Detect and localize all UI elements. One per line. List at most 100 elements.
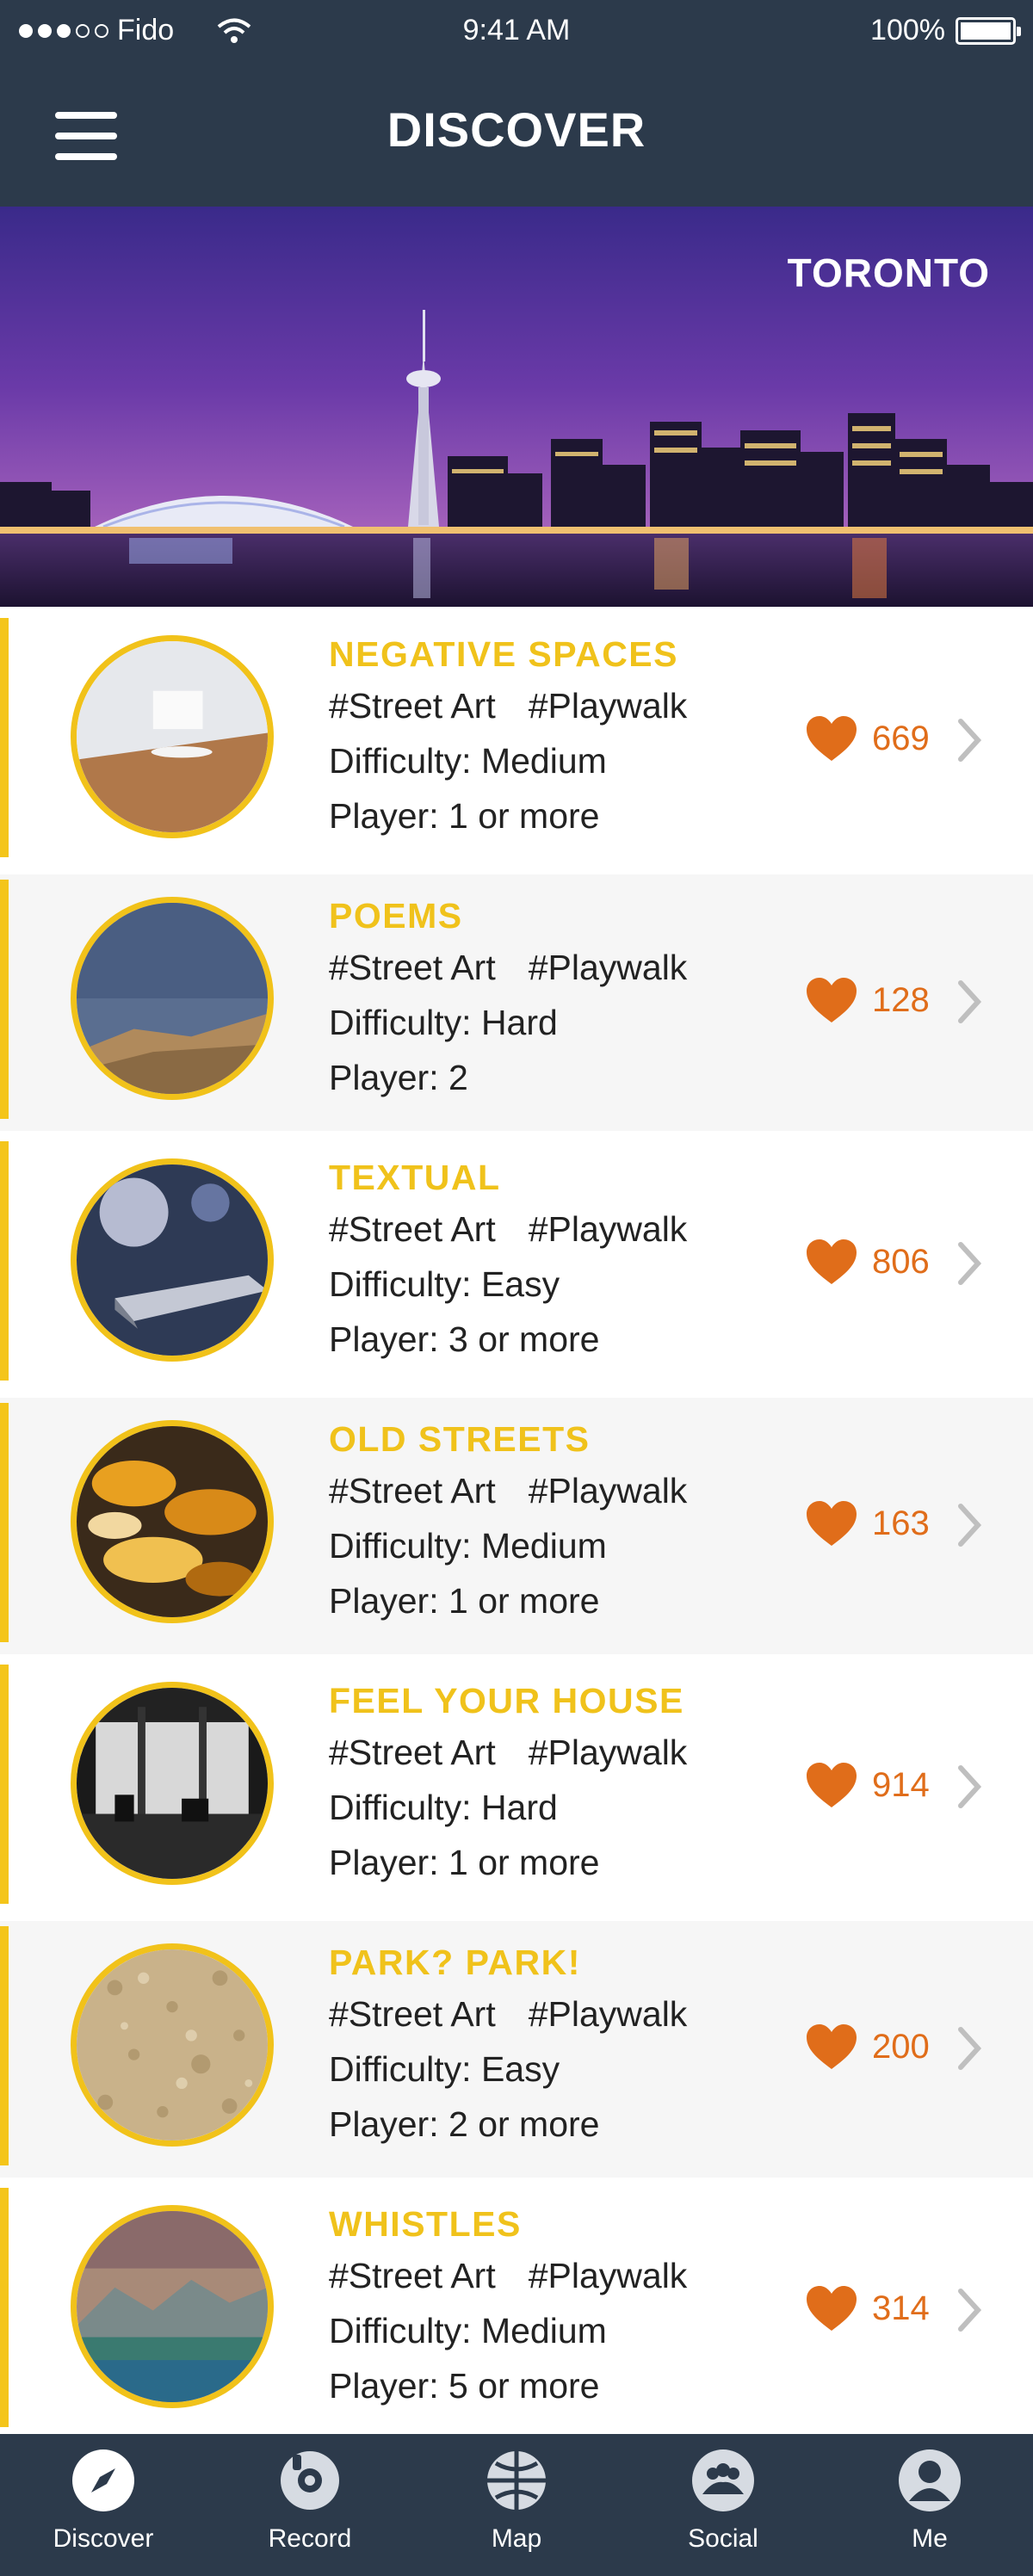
walk-title: TEXTUAL [329,1158,501,1197]
tag[interactable]: #Street Art [329,686,496,726]
walk-info: PARK? PARK! #Street Art #Playwalk Difficu… [329,1938,687,2152]
walk-players: Player: 1 or more [329,1581,600,1621]
walk-title: PARK? PARK! [329,1943,581,1982]
walk-tags: #Street Art #Playwalk [329,1463,687,1518]
tab-label: Map [491,2524,542,2553]
walk-title: NEGATIVE SPACES [329,634,678,674]
heart-icon [807,2024,857,2069]
walk-tags: #Street Art #Playwalk [329,1986,687,2042]
chevron-right-icon[interactable] [956,1764,983,1809]
walk-thumbnail [71,1420,274,1623]
like-count: 914 [872,1765,930,1804]
item-accent-bar [0,1665,9,1904]
heart-icon [807,1501,857,1546]
tag[interactable]: #Playwalk [529,1994,688,2034]
heart-icon [807,2286,857,2331]
chevron-right-icon[interactable] [956,1241,983,1286]
like-count: 128 [872,980,930,1019]
tab-map[interactable]: Map [413,2446,620,2554]
item-accent-bar [0,1926,9,2165]
list-item[interactable]: FEEL YOUR HOUSE #Street Art #Playwalk Dif… [0,1659,1033,1916]
walk-title: OLD STREETS [329,1419,591,1459]
like-counter[interactable]: 163 [805,1499,930,1547]
item-accent-bar [0,1141,9,1381]
walk-info: POEMS #Street Art #Playwalk Difficulty: H… [329,892,687,1105]
walk-tags: #Street Art #Playwalk [329,1202,687,1257]
tab-me[interactable]: Me [826,2446,1033,2554]
tag[interactable]: #Street Art [329,948,496,987]
walk-difficulty: Difficulty: Medium [329,741,607,781]
heart-icon [807,716,857,761]
like-count: 163 [872,1504,930,1542]
tag[interactable]: #Street Art [329,2256,496,2295]
list-item[interactable]: NEGATIVE SPACES #Street Art #Playwalk Dif… [0,613,1033,869]
battery-icon [956,16,1021,45]
like-count: 200 [872,2027,930,2066]
chevron-right-icon[interactable] [956,2288,983,2332]
tag[interactable]: #Street Art [329,1994,496,2034]
like-counter[interactable]: 914 [805,1761,930,1809]
tag[interactable]: #Street Art [329,1471,496,1510]
heart-icon [807,1239,857,1284]
walk-tags: #Street Art #Playwalk [329,678,687,733]
group-icon [692,2449,754,2511]
walk-difficulty: Difficulty: Hard [329,1788,558,1827]
list-item[interactable]: TEXTUAL #Street Art #Playwalk Difficulty:… [0,1136,1033,1393]
tab-discover[interactable]: Discover [0,2446,207,2554]
walk-players: Player: 5 or more [329,2366,600,2406]
tag[interactable]: #Playwalk [529,948,688,987]
walk-list: NEGATIVE SPACES #Street Art #Playwalk Dif… [0,613,1033,2444]
list-item[interactable]: PARK? PARK! #Street Art #Playwalk Difficu… [0,1921,1033,2178]
walk-info: TEXTUAL #Street Art #Playwalk Difficulty:… [329,1153,687,1367]
like-counter[interactable]: 669 [805,714,930,763]
walk-players: Player: 2 or more [329,2104,600,2144]
like-count: 669 [872,719,930,757]
like-counter[interactable]: 128 [805,976,930,1024]
tab-label: Discover [53,2524,154,2553]
tab-record[interactable]: Record [207,2446,413,2554]
chevron-right-icon[interactable] [956,1503,983,1547]
walk-players: Player: 2 [329,1058,468,1097]
list-item[interactable]: WHISTLES #Street Art #Playwalk Difficulty… [0,2183,1033,2439]
tag[interactable]: #Playwalk [529,1471,688,1510]
status-bar: Fido 9:41 AM 100% [0,0,1033,67]
heart-icon [807,978,857,1022]
battery-status: 100% [870,14,1021,47]
tag[interactable]: #Playwalk [529,686,688,726]
bottom-tab-bar: Discover Record Map Social Me [0,2434,1033,2576]
tag[interactable]: #Playwalk [529,1733,688,1772]
walk-thumbnail [71,635,274,838]
globe-icon [487,2451,546,2510]
walk-difficulty: Difficulty: Easy [329,1264,560,1304]
walk-thumbnail [71,1158,274,1362]
city-name: TORONTO [787,250,990,295]
tab-label: Record [268,2524,352,2553]
tag[interactable]: #Street Art [329,1733,496,1772]
compass-icon [72,2449,134,2511]
walk-info: WHISTLES #Street Art #Playwalk Difficulty… [329,2200,687,2413]
tag[interactable]: #Playwalk [529,1209,688,1249]
walk-players: Player: 3 or more [329,1319,600,1359]
walk-tags: #Street Art #Playwalk [329,940,687,995]
city-hero-banner[interactable]: TORONTO [0,207,1033,607]
chevron-right-icon[interactable] [956,979,983,1024]
like-counter[interactable]: 200 [805,2023,930,2071]
like-count: 314 [872,2289,930,2327]
battery-percent: 100% [870,14,945,46]
tag[interactable]: #Street Art [329,1209,496,1249]
tab-social[interactable]: Social [620,2446,826,2554]
list-item[interactable]: OLD STREETS #Street Art #Playwalk Difficu… [0,1398,1033,1654]
walk-difficulty: Difficulty: Easy [329,2049,560,2089]
walk-title: FEEL YOUR HOUSE [329,1681,684,1720]
page-title: DISCOVER [387,102,646,157]
like-counter[interactable]: 806 [805,1238,930,1286]
list-item[interactable]: POEMS #Street Art #Playwalk Difficulty: H… [0,874,1033,1131]
chevron-right-icon[interactable] [956,718,983,763]
like-counter[interactable]: 314 [805,2284,930,2332]
heart-icon [807,1763,857,1807]
chevron-right-icon[interactable] [956,2026,983,2071]
tag[interactable]: #Playwalk [529,2256,688,2295]
tab-label: Me [912,2524,948,2553]
walk-difficulty: Difficulty: Medium [329,1526,607,1566]
item-accent-bar [0,1403,9,1642]
